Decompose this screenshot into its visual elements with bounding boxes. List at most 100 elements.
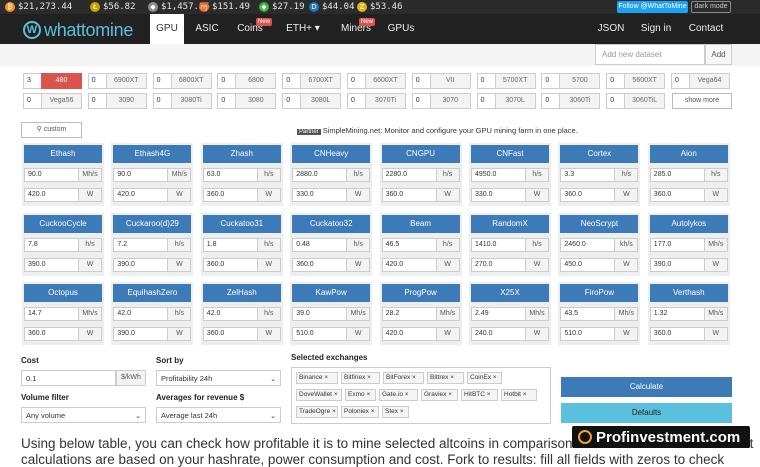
gpu-toggle[interactable]: VII [429, 73, 471, 89]
gpu-toggle[interactable]: 3080 [235, 93, 277, 109]
hashrate-input[interactable]: 2880.0 [292, 168, 348, 182]
gpu-qty-input[interactable]: 0 [411, 93, 430, 109]
algo-toggle[interactable]: Beam [381, 214, 460, 233]
gpu-qty-input[interactable]: 0 [347, 73, 365, 89]
add-dataset-button[interactable]: Add [705, 44, 732, 65]
hashrate-input[interactable]: 90.0 [24, 168, 79, 182]
gpu-toggle[interactable]: 6600XT [365, 73, 406, 89]
gpu-qty-input[interactable]: 0 [282, 93, 301, 109]
gpu-qty-input[interactable]: 0 [606, 93, 625, 109]
gpu-480[interactable]: 3 480 [23, 73, 82, 89]
gpu-3080ti[interactable]: 0 3080Ti [152, 93, 212, 109]
nav-gpu[interactable]: GPU [150, 14, 184, 44]
gpu-toggle[interactable]: 3070Ti [365, 93, 406, 109]
gpu-3070l[interactable]: 0 3070L [476, 93, 536, 109]
gpu-qty-input[interactable]: 0 [476, 73, 495, 89]
gpu-toggle[interactable]: 5700XT [494, 73, 536, 89]
gpu-toggle[interactable]: 3060Ti [559, 93, 601, 109]
power-input[interactable]: 390.0 [24, 257, 79, 272]
hashrate-input[interactable]: 4950.0 [471, 168, 526, 182]
algo-toggle[interactable]: KawPow [292, 284, 371, 302]
exchange-tag[interactable]: BitForex × [383, 372, 424, 384]
power-input[interactable]: 450.0 [560, 257, 616, 272]
hashrate-input[interactable]: 7.2 [113, 237, 169, 252]
power-input[interactable]: 390.0 [113, 257, 169, 272]
gpu-3090[interactable]: 0 3090 [87, 93, 147, 109]
gpu-6700xt[interactable]: 0 6700XT [282, 73, 342, 89]
gpu-qty-input[interactable]: 0 [217, 73, 236, 89]
nav-json[interactable]: JSON [594, 14, 628, 44]
power-input[interactable]: 360.0 [381, 188, 437, 202]
hashrate-input[interactable]: 2460.0 [560, 237, 616, 252]
gpu-toggle[interactable]: 6700XT [300, 73, 342, 89]
hashrate-input[interactable]: 46.5 [381, 237, 437, 252]
exchange-tag[interactable]: DoveWallet × [296, 389, 342, 401]
algo-toggle[interactable]: Zhash [202, 145, 281, 163]
remove-icon[interactable]: × [493, 374, 497, 381]
calculate-button[interactable]: Calculate [561, 377, 732, 397]
power-input[interactable]: 420.0 [381, 257, 437, 272]
hashrate-input[interactable]: 3.3 [560, 168, 616, 182]
hashrate-input[interactable]: 1.32 [649, 307, 705, 321]
hashrate-input[interactable]: 2280.0 [381, 168, 437, 182]
exchange-tag[interactable]: Hotbit × [501, 389, 537, 401]
ticker-item[interactable]: Z $53.46 [357, 1, 403, 13]
algo-toggle[interactable]: FiroPow [560, 284, 639, 302]
hashrate-input[interactable]: 14.7 [24, 307, 79, 321]
exchange-tag[interactable]: Binance × [296, 372, 338, 384]
exchange-tag[interactable]: Graviex × [421, 389, 458, 401]
gpu-toggle[interactable]: 3090 [105, 93, 147, 109]
remove-icon[interactable]: × [366, 391, 370, 398]
power-input[interactable]: 420.0 [381, 327, 437, 341]
remove-icon[interactable]: × [371, 408, 375, 415]
dark-mode-toggle[interactable]: dark mode [691, 1, 731, 13]
show-more-button[interactable]: show more [672, 93, 732, 109]
algo-toggle[interactable]: Cuckaroo(d)29 [113, 214, 192, 233]
power-input[interactable]: 360.0 [24, 327, 79, 341]
averages-select[interactable]: Average last 24h ⌄ [156, 407, 281, 423]
power-input[interactable]: 420.0 [113, 188, 169, 202]
remove-icon[interactable]: × [332, 408, 336, 415]
exchange-tag[interactable]: Stex × [382, 406, 409, 418]
power-input[interactable]: 240.0 [471, 327, 526, 341]
gpu-vega56[interactable]: 0 Vega56 [23, 93, 82, 109]
gpu-qty-input[interactable]: 3 [23, 73, 41, 89]
algo-toggle[interactable]: ZelHash [202, 284, 281, 302]
gpu-toggle[interactable]: 480 [41, 73, 82, 89]
exchange-tag[interactable]: Poloniex × [341, 406, 379, 418]
gpu-6900xt[interactable]: 0 6900XT [87, 73, 147, 89]
remove-icon[interactable]: × [367, 374, 371, 381]
gpu-qty-input[interactable]: 0 [87, 93, 106, 109]
nav-asic[interactable]: ASIC [190, 14, 224, 44]
gpu-6800[interactable]: 0 6800 [217, 73, 277, 89]
gpu-toggle[interactable]: 6800XT [170, 73, 212, 89]
gpu-6600xt[interactable]: 0 6600XT [347, 73, 406, 89]
exchanges-multiselect[interactable]: Binance × Bitfinex × BitForex × Bittrex × Co… [291, 367, 551, 424]
gpu-3080l[interactable]: 0 3080L [282, 93, 342, 109]
gpu-toggle[interactable]: 5600XT [624, 73, 666, 89]
gpu-5600xt[interactable]: 0 5600XT [606, 73, 666, 89]
algo-toggle[interactable]: RandomX [471, 214, 549, 233]
nav-eth-plus[interactable]: ETH+ ▾ [280, 14, 326, 44]
hashrate-input[interactable]: 177.0 [649, 237, 705, 252]
gpu-toggle[interactable]: 3080Ti [170, 93, 212, 109]
remove-icon[interactable]: × [487, 391, 491, 398]
gpu-qty-input[interactable]: 0 [541, 73, 560, 89]
gpu-6800xt[interactable]: 0 6800XT [152, 73, 212, 89]
gpu-qty-input[interactable]: 0 [23, 93, 41, 109]
partner-banner[interactable]: Partner SimpleMining.net: Monitor and con… [297, 126, 578, 135]
remove-icon[interactable]: × [400, 408, 404, 415]
gpu-3080[interactable]: 0 3080 [217, 93, 277, 109]
exchange-tag[interactable]: Exmo × [345, 389, 376, 401]
nav-sign-in[interactable]: Sign in [636, 14, 676, 44]
algo-toggle[interactable]: Cuckatoo31 [202, 214, 281, 233]
dataset-input[interactable]: Add new dataset [595, 44, 705, 65]
ticker-item[interactable]: Ł $56.82 [90, 1, 136, 13]
gpu-qty-input[interactable]: 0 [87, 73, 106, 89]
hashrate-input[interactable]: 0.48 [292, 237, 348, 252]
power-input[interactable]: 360.0 [292, 257, 348, 272]
hashrate-input[interactable]: 90.0 [113, 168, 169, 182]
algo-toggle[interactable]: ProgPow [381, 284, 460, 302]
gpu-qty-input[interactable]: 0 [217, 93, 236, 109]
exchange-tag[interactable]: CoinEx × [467, 372, 502, 384]
